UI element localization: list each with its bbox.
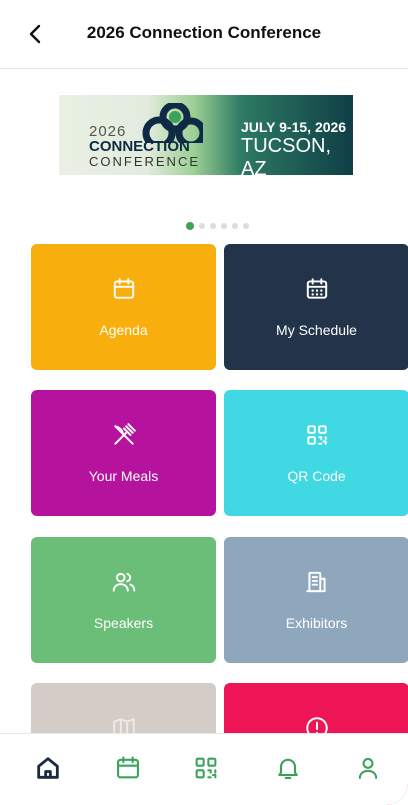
bottom-navigation [0, 733, 408, 805]
banner-name-line1: CONNECTION [89, 138, 190, 155]
carousel-dot[interactable] [221, 223, 227, 229]
calendar-grid-icon [304, 276, 330, 302]
banner-name-line2: CONFERENCE [89, 154, 201, 169]
tile-speakers[interactable]: Speakers [31, 537, 216, 663]
nav-bell-icon[interactable] [274, 754, 302, 782]
tile-my-schedule[interactable]: My Schedule [224, 244, 408, 370]
page-title: 2026 Connection Conference [86, 23, 322, 42]
calendar-icon [111, 276, 137, 302]
nav-calendar-icon[interactable] [114, 754, 142, 782]
tile-label: My Schedule [276, 322, 357, 338]
conference-banner[interactable]: 2026 CONNECTION CONFERENCE JULY 9-15, 20… [59, 95, 353, 175]
tile-label: Agenda [99, 322, 148, 338]
tile-label: Your Meals [88, 468, 159, 484]
nav-home-icon[interactable] [34, 754, 62, 782]
utensils-crossed-icon [111, 422, 137, 448]
tile-label: Exhibitors [285, 615, 348, 631]
carousel-dot[interactable] [186, 222, 194, 230]
carousel-dot[interactable] [199, 223, 205, 229]
header-bar: 2026 Connection Conference [0, 0, 408, 69]
nav-profile-icon[interactable] [354, 754, 382, 782]
tile-label: QR Code [287, 468, 346, 484]
tile-your-meals[interactable]: Your Meals [31, 390, 216, 516]
carousel-indicator [186, 222, 249, 230]
carousel-dot[interactable] [210, 223, 216, 229]
carousel-dot[interactable] [232, 223, 238, 229]
building-icon [304, 569, 330, 595]
banner-location: TUCSON, AZ [241, 135, 331, 175]
nav-qr-code-icon[interactable] [192, 754, 220, 782]
qr-code-icon [304, 422, 330, 448]
tile-label: Speakers [93, 615, 154, 631]
tile-exhibitors[interactable]: Exhibitors [224, 537, 408, 663]
conference-logo-icon [142, 103, 203, 143]
tile-agenda[interactable]: Agenda [31, 244, 216, 370]
tile-qr-code[interactable]: QR Code [224, 390, 408, 516]
app-screen: 2026 Connection Conference 2026 CONNECTI… [0, 0, 408, 805]
people-icon [111, 569, 137, 595]
banner-dates: JULY 9-15, 2026 [241, 119, 347, 135]
carousel-dot[interactable] [243, 223, 249, 229]
